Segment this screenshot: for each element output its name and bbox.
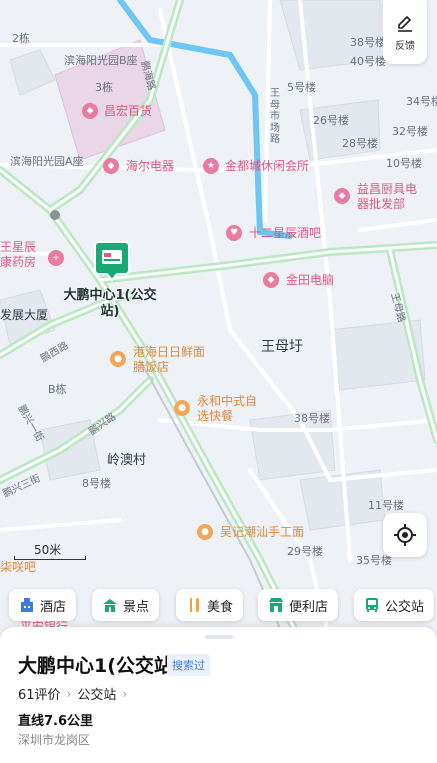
chip-food[interactable]: 美食 [176, 589, 244, 621]
chevron-right-icon: › [122, 686, 128, 701]
building-label: 34号楼 [406, 95, 437, 108]
map-scale: 50米 [14, 541, 86, 561]
building-label: 2栋 [12, 32, 30, 45]
building-label: 滨海阳光园B座 [64, 54, 138, 67]
building-label: 35号楼 [356, 554, 392, 567]
sheet-drag-handle[interactable] [205, 635, 233, 639]
poi-label[interactable]: 益昌厨具电器批发部 [357, 182, 427, 212]
building-label: 26号楼 [313, 114, 349, 127]
building-label: 38号楼 [350, 36, 386, 49]
bus-stop-marker-icon [94, 241, 130, 282]
scale-bar [14, 556, 86, 560]
bar-icon: ♥ [226, 225, 242, 241]
edit-pen-icon [398, 15, 412, 32]
chip-label: 公交站 [385, 599, 425, 615]
bus-stop-marker[interactable] [93, 240, 131, 282]
place-detail-sheet[interactable]: 大鹏中心1(公交站) 搜索过 61评价 › 公交站 › 直线7.6公里 深圳市龙… [0, 627, 437, 763]
chip-hotel[interactable]: 酒店 [9, 589, 77, 621]
map-view[interactable]: 2栋 滨海阳光园B座 3栋 滨海阳光园A座 B栋 8号楼 38号楼 40号楼 5… [0, 0, 437, 640]
building-label: 滨海阳光园A座 [10, 155, 84, 168]
restaurant-icon: ● [174, 400, 190, 416]
poi-label[interactable]: 十二星辰酒吧 [249, 226, 321, 241]
restaurant-icon: ● [197, 524, 213, 540]
food-icon [186, 597, 202, 613]
place-title: 大鹏中心1(公交站) [18, 655, 182, 677]
poi-label[interactable]: 金都城休闲会所 [225, 159, 309, 174]
poi-label[interactable]: 昌宏百货 [104, 104, 152, 119]
road-label: 王母市场路 [270, 88, 280, 145]
building-label: 28号楼 [342, 137, 378, 150]
chip-bus-stop[interactable]: 公交站 [354, 589, 435, 621]
building-label: 29号楼 [287, 545, 323, 558]
poi-label[interactable]: 海尔电器 [126, 159, 174, 174]
entertainment-icon: ★ [203, 158, 219, 174]
shopping-icon: ◆ [82, 103, 98, 119]
locate-icon [394, 524, 416, 546]
building-label: 5号楼 [287, 81, 316, 94]
area-label: 发展大厦 [0, 308, 49, 322]
building-label: B栋 [48, 383, 67, 396]
locate-button[interactable] [383, 513, 427, 557]
rating-link[interactable]: 61评价 [18, 684, 61, 703]
building-label: 3栋 [95, 81, 113, 94]
area-label: 岭澳村 [107, 453, 147, 468]
pharmacy-icon: + [48, 250, 64, 266]
building-label: 40号楼 [350, 55, 386, 68]
poi-label[interactable]: 永和中式自选快餐 [197, 394, 257, 424]
scenic-spot-icon [102, 597, 118, 613]
poi-label[interactable]: 金田电脑 [286, 273, 334, 288]
building-label: 10号楼 [386, 157, 422, 170]
marker-label: 大鹏中心1(公交站) [63, 288, 157, 320]
building-label: 11号楼 [368, 499, 404, 512]
bus-stop-icon [364, 597, 380, 613]
searched-badge: 搜索过 [167, 654, 210, 676]
feedback-label: 反馈 [395, 40, 415, 52]
chip-convenience-store[interactable]: 便利店 [258, 589, 339, 621]
poi-label[interactable]: 吴记潮汕手工面 [220, 525, 304, 540]
shopping-icon: ◆ [103, 158, 119, 174]
chip-label: 美食 [207, 599, 234, 615]
chip-label: 酒店 [40, 599, 67, 615]
building-label: 38号楼 [294, 412, 330, 425]
place-distance: 直线7.6公里 [18, 714, 94, 729]
area-label: 王母圩 [261, 339, 303, 355]
building-label: 8号楼 [82, 477, 111, 490]
chip-scenic[interactable]: 景点 [92, 589, 160, 621]
restaurant-icon: ● [110, 351, 126, 367]
shopping-icon: ◆ [334, 188, 350, 204]
category-chips: 酒店 景点 美食 便利店 公交站 [0, 589, 437, 621]
place-district: 深圳市龙岗区 [18, 733, 91, 747]
chevron-right-icon: › [66, 686, 72, 701]
poi-label[interactable]: 王星辰康药房 [0, 240, 44, 270]
chip-label: 便利店 [289, 599, 329, 615]
poi-label[interactable]: 港海日日鲜面膳饭店 [133, 345, 205, 375]
place-type-link[interactable]: 公交站 [77, 684, 116, 703]
hotel-icon [19, 597, 35, 613]
chip-label: 景点 [123, 599, 150, 615]
convenience-store-icon [268, 597, 284, 613]
building-label: 32号楼 [392, 125, 428, 138]
feedback-button[interactable]: 反馈 [383, 0, 427, 64]
rating-row: 61评价 › 公交站 › [18, 684, 128, 704]
shopping-icon: ◆ [263, 272, 279, 288]
poi-label[interactable]: 柒咲吧 [0, 560, 36, 575]
